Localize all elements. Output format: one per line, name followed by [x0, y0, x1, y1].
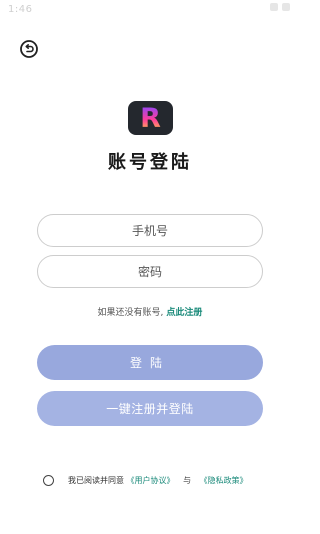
agreement-row: 我已阅读并同意 《用户协议》 与 《隐私政策》 [0, 473, 300, 489]
status-bar: 1:46 [0, 0, 300, 22]
password-input[interactable] [38, 256, 262, 287]
agreement-checkbox[interactable] [43, 475, 54, 486]
back-arrow-icon [20, 40, 38, 58]
register-link[interactable]: 点此注册 [166, 308, 202, 318]
wifi-icon [270, 3, 278, 11]
phone-field[interactable] [37, 214, 263, 247]
privacy-policy-link[interactable]: 《隐私政策》 [200, 476, 248, 485]
password-field[interactable] [37, 255, 263, 288]
back-button[interactable] [18, 38, 40, 60]
user-agreement-link[interactable]: 《用户协议》 [127, 476, 175, 485]
agreement-prefix: 我已阅读并同意 [68, 476, 124, 485]
agreement-text: 我已阅读并同意 《用户协议》 与 《隐私政策》 [68, 475, 248, 486]
login-button[interactable]: 登陆 [37, 345, 263, 380]
quick-register-login-button[interactable]: 一键注册并登陆 [37, 391, 263, 426]
app-logo-letter: R [140, 102, 161, 134]
agreement-conjunction: 与 [183, 476, 192, 485]
status-time: 1:46 [8, 4, 33, 15]
app-logo: R [128, 101, 173, 135]
status-icons [270, 3, 290, 11]
register-hint-text: 如果还没有账号, [97, 308, 164, 318]
phone-input[interactable] [38, 215, 262, 246]
page-title: 账号登陆 [108, 152, 192, 173]
battery-icon [282, 3, 290, 11]
register-hint: 如果还没有账号, 点此注册 [0, 305, 300, 318]
